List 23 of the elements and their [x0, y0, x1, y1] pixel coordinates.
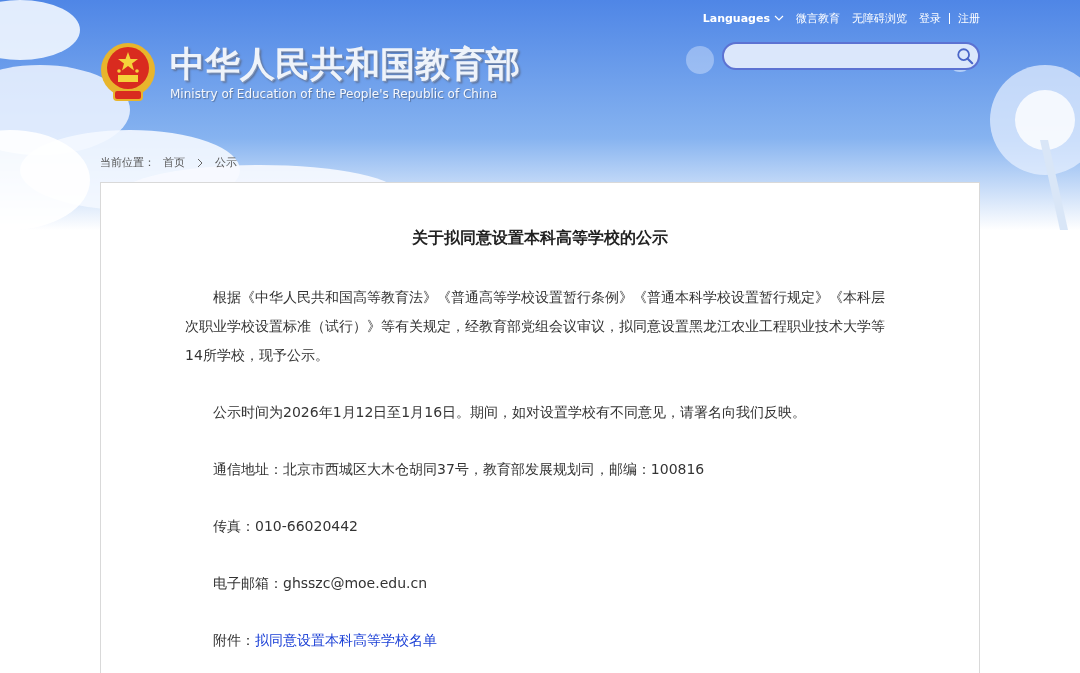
languages-dropdown[interactable]: Languages: [702, 11, 784, 25]
article-paragraph: 传真：010-66020442: [212, 517, 360, 536]
site-title: 中华人民共和国教育部: [170, 43, 520, 85]
top-link[interactable]: 注册: [958, 10, 980, 26]
breadcrumb-link[interactable]: 公示: [215, 155, 237, 170]
search-icon: [956, 47, 974, 65]
site-subtitle: Ministry of Education of the People's Republic of China: [170, 87, 499, 101]
breadcrumb-label: 当前位置：: [100, 155, 155, 170]
article-paragraph: 通信地址：北京市西城区大木仓胡同37号，教育部发展规划司，邮编：100816: [212, 460, 706, 479]
top-link[interactable]: 无障碍浏览: [852, 10, 907, 26]
article-paragraph: 电子邮箱：ghsszc@moe.edu.cn: [212, 574, 429, 593]
breadcrumb-link[interactable]: 首页: [163, 155, 185, 170]
attachment-link[interactable]: 拟同意设置本科高等学校名单: [255, 632, 437, 648]
top-link[interactable]: 登录: [919, 10, 941, 26]
caret-icon: [774, 15, 784, 21]
article-paragraph: 根据《中华人民共和国高等教育法》《普通高等学校设置暂行条例》《普通本科学校设置暂行规定》《本科层次职业学校设置标准（试行）》等有关规定，经教育部党组会议审议，拟同意设置黑龙江农业工程职业技术大学等14所学校，现予公示。: [185, 288, 886, 365]
search-field[interactable]: [722, 42, 980, 70]
top-link[interactable]: 微言教育: [796, 10, 840, 26]
chevron-icon: [197, 157, 203, 168]
article-paragraph: 公示时间为2026年1月12日至1月16日。期间，如对设置学校有不同意见，请署名向我们反映。: [212, 403, 808, 422]
article-title: 关于拟同意设置本科高等学校的公示: [411, 228, 669, 249]
emblem-icon: [100, 42, 156, 102]
attachment-label: 附件：: [213, 632, 255, 648]
